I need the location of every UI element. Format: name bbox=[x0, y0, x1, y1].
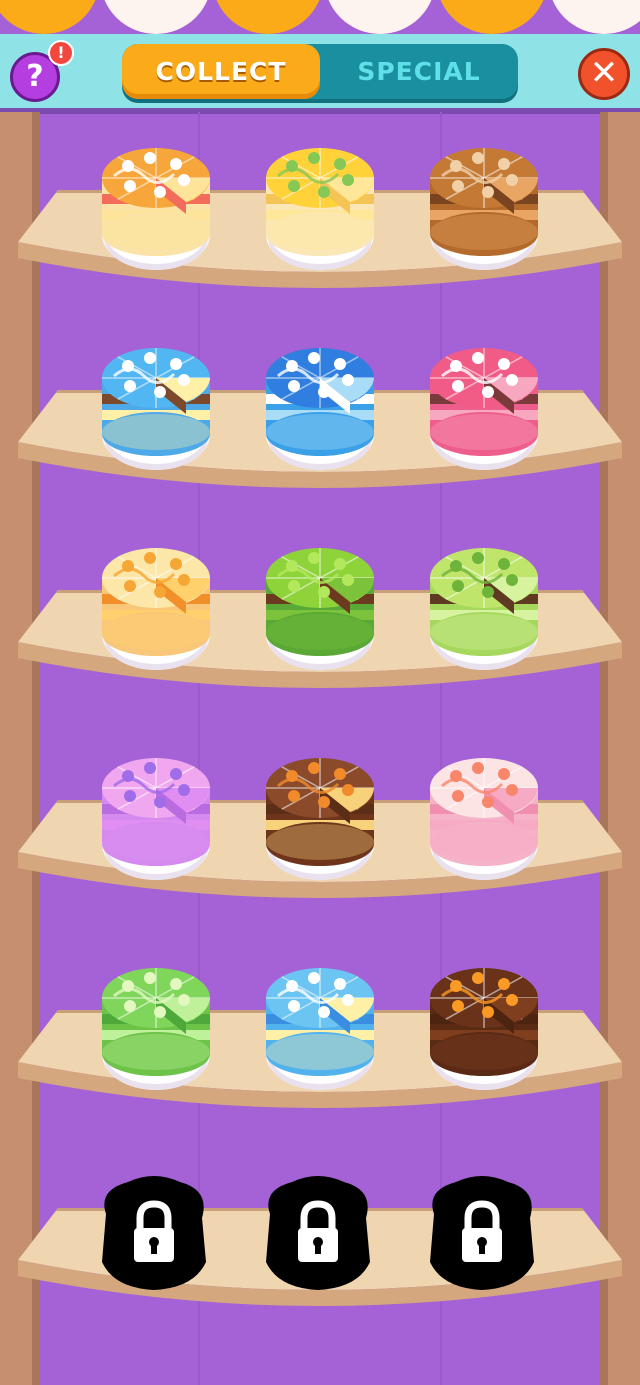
awning-scallop bbox=[436, 0, 548, 34]
matcha-cake-icon[interactable] bbox=[264, 544, 376, 672]
awning-scallop bbox=[212, 0, 324, 34]
blue-swirl-cake-icon[interactable] bbox=[100, 344, 212, 472]
caramel-chocolate-cake-icon[interactable] bbox=[428, 144, 540, 272]
pretzel-chocolate-cake-icon[interactable] bbox=[264, 754, 376, 882]
awning-scallop bbox=[0, 0, 100, 34]
blueberry-cake-icon[interactable] bbox=[264, 344, 376, 472]
awning bbox=[0, 0, 640, 34]
top-bar-shadow bbox=[0, 108, 640, 114]
awning-scallop bbox=[548, 0, 640, 34]
apricot-layer-cake-icon[interactable] bbox=[100, 544, 212, 672]
cabinet-post-right bbox=[600, 112, 640, 1385]
alert-badge: ! bbox=[48, 40, 74, 66]
exclamation-icon: ! bbox=[57, 43, 65, 62]
orange-cream-cake-icon[interactable] bbox=[100, 144, 212, 272]
awning-scallop bbox=[100, 0, 212, 34]
cabinet-post-left bbox=[0, 112, 40, 1385]
lemon-charlotte-cake-icon[interactable] bbox=[264, 144, 376, 272]
peach-strawberry-cake-icon[interactable] bbox=[428, 754, 540, 882]
cherry-pink-cake-icon[interactable] bbox=[428, 344, 540, 472]
collection-tabs: COLLECT SPECIAL bbox=[122, 44, 518, 99]
blue-cream-cake-icon[interactable] bbox=[264, 964, 376, 1092]
tab-collect[interactable]: COLLECT bbox=[122, 44, 320, 99]
close-icon: ✕ bbox=[589, 53, 619, 93]
tab-special[interactable]: SPECIAL bbox=[320, 44, 518, 99]
green-apple-cake-icon[interactable] bbox=[100, 964, 212, 1092]
kiwi-mousse-cake-icon[interactable] bbox=[428, 544, 540, 672]
locked-cake-lock-icon[interactable] bbox=[98, 1170, 210, 1290]
locked-cake-lock-icon[interactable] bbox=[262, 1170, 374, 1290]
purple-berry-cake-icon[interactable] bbox=[100, 754, 212, 882]
close-button[interactable]: ✕ bbox=[578, 48, 630, 100]
heart-brownie-cake-icon[interactable] bbox=[428, 964, 540, 1092]
locked-cake-lock-icon[interactable] bbox=[426, 1170, 538, 1290]
awning-scallop bbox=[324, 0, 436, 34]
